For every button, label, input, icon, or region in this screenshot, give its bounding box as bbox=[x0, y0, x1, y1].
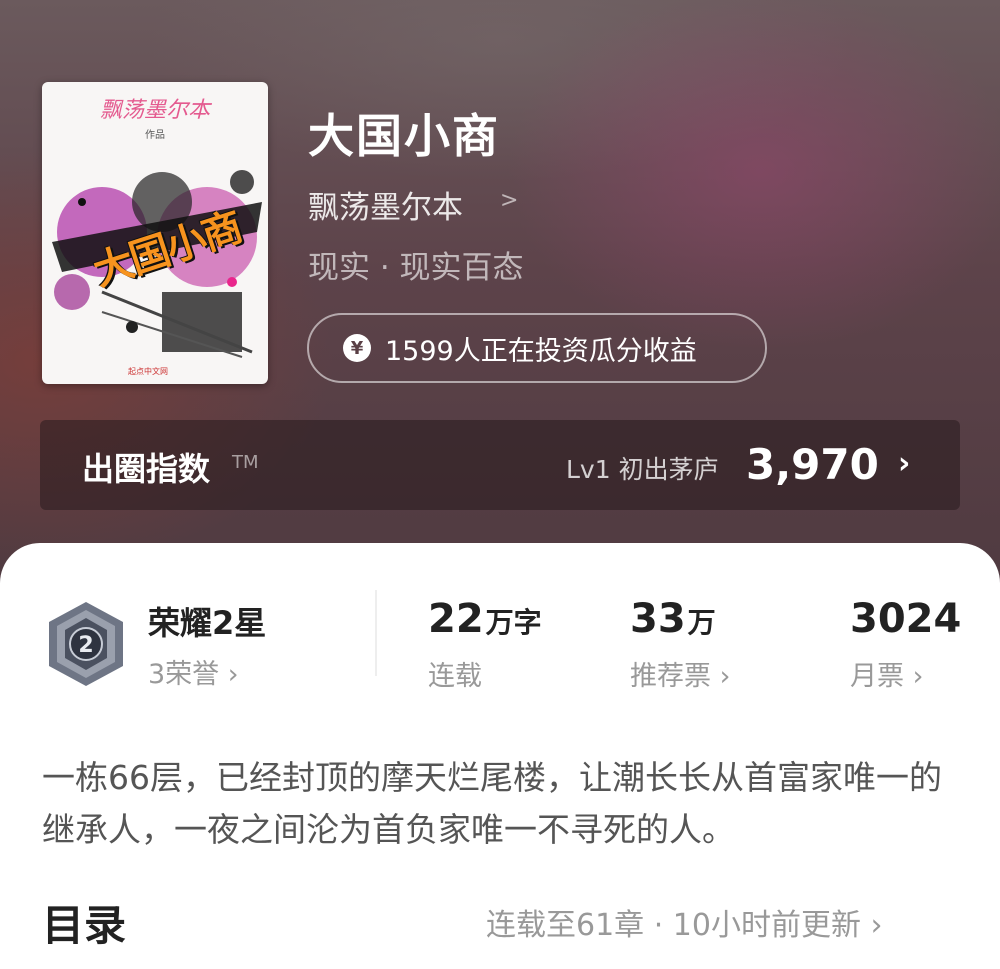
toc-title: 目录 bbox=[42, 901, 127, 950]
stat-unit: 万字 bbox=[485, 606, 542, 639]
honor-star-badge-icon[interactable]: 2 bbox=[45, 600, 127, 688]
serial-status-label: 连载 bbox=[428, 661, 482, 692]
stats-divider bbox=[375, 590, 377, 676]
chevron-right-icon: › bbox=[898, 446, 911, 481]
stat-number: 22 bbox=[428, 596, 484, 642]
author-link[interactable]: 飘荡墨尔本 bbox=[308, 182, 463, 227]
honor-link[interactable]: 3荣誉 › bbox=[148, 652, 239, 691]
book-synopsis[interactable]: 一栋66层，已经封顶的摩天烂尾楼，让潮长长从首富家唯一的继承人，一夜之间沦为首负… bbox=[42, 752, 962, 856]
yen-icon: ¥ bbox=[343, 334, 371, 362]
index-label: 出圈指数 bbox=[82, 450, 211, 488]
book-genre: 现实 · 现实百态 bbox=[308, 250, 524, 286]
invest-button[interactable]: ¥ 1599人正在投资瓜分收益 bbox=[307, 313, 767, 383]
chevron-right-icon[interactable]: > bbox=[500, 188, 518, 213]
honor-title: 荣耀2星 bbox=[148, 604, 267, 642]
popularity-index-bar[interactable]: 出圈指数 TM Lv1 初出茅庐 3,970 › bbox=[40, 420, 960, 510]
monthly-votes-count: 3024 bbox=[850, 596, 961, 642]
cover-publisher-label: 起点中文网 bbox=[128, 367, 168, 376]
stat-number: 3024 bbox=[850, 596, 962, 642]
stat-number: 33 bbox=[630, 596, 686, 642]
recommend-votes-count: 33万 bbox=[630, 596, 716, 642]
book-cover[interactable]: 飘荡墨尔本 作品 大国小商 起点中文网 bbox=[42, 82, 268, 384]
cover-author-script: 飘荡墨尔本 bbox=[99, 98, 210, 123]
book-title: 大国小商 bbox=[308, 109, 500, 163]
badge-number: 2 bbox=[78, 633, 93, 658]
toc-update-link[interactable]: 连载至61章 · 10小时前更新 › bbox=[486, 900, 883, 944]
monthly-votes-link[interactable]: 月票 › bbox=[850, 654, 923, 693]
index-value: 3,970 bbox=[746, 440, 879, 489]
index-level: Lv1 初出茅庐 bbox=[566, 455, 719, 484]
stat-unit: 万 bbox=[687, 606, 716, 639]
recommend-votes-link[interactable]: 推荐票 › bbox=[630, 654, 730, 693]
cover-zuopin-label: 作品 bbox=[145, 130, 165, 141]
invest-text: 1599人正在投资瓜分收益 bbox=[385, 335, 697, 367]
word-count: 22万字 bbox=[428, 596, 542, 642]
trademark-mark: TM bbox=[232, 452, 259, 473]
